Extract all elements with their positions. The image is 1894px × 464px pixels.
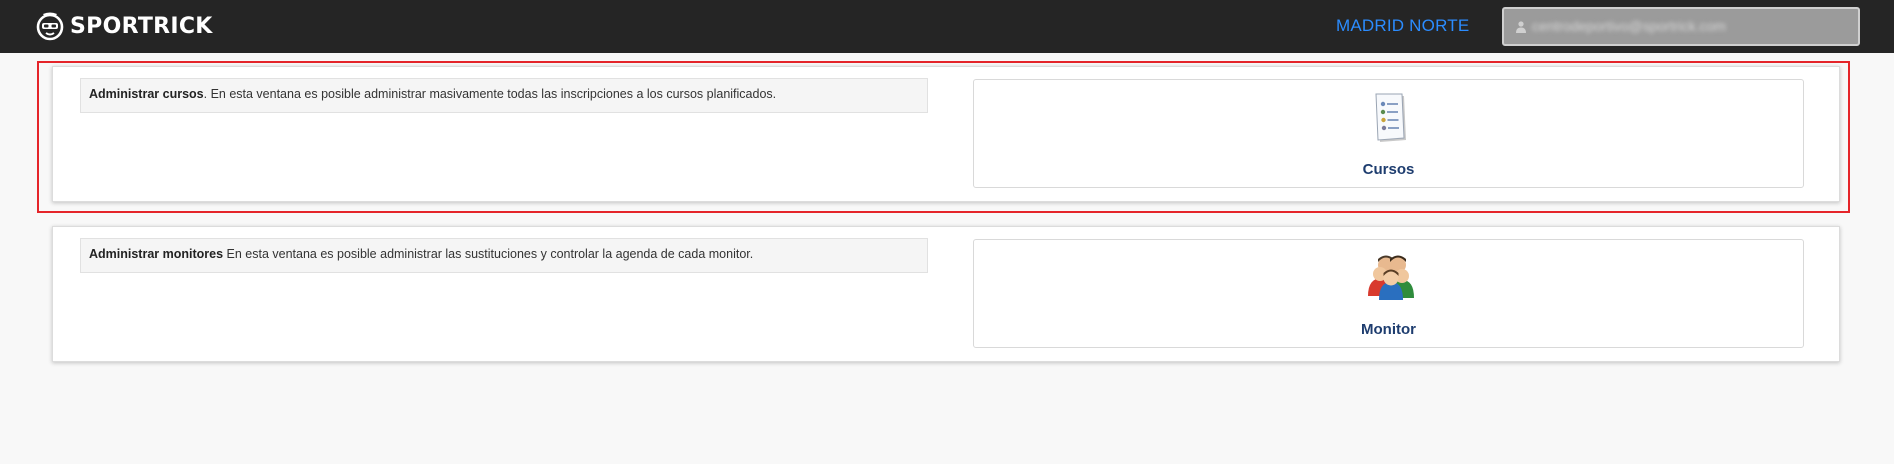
user-account-box[interactable]: centrodeportivo@sportrick.com — [1502, 7, 1860, 46]
location-link[interactable]: MADRID NORTE — [1336, 14, 1469, 38]
monitor-label: Monitor — [1361, 321, 1416, 338]
cursos-button[interactable]: Cursos — [973, 79, 1804, 188]
brand-name: SPORTRICK — [70, 13, 213, 39]
module-title: Administrar monitores — [89, 247, 224, 261]
module-title: Administrar cursos — [89, 87, 204, 101]
monitors-group-icon — [1368, 255, 1414, 300]
sportrick-logo-icon — [36, 12, 64, 41]
module-description: Administrar cursos. En esta ventana es p… — [80, 78, 928, 113]
top-navigation-bar: SPORTRICK MADRID NORTE centrodeportivo@s… — [0, 0, 1894, 53]
course-list-icon — [1375, 93, 1406, 142]
user-email: centrodeportivo@sportrick.com — [1532, 18, 1726, 34]
user-icon — [1516, 21, 1526, 33]
module-description: Administrar monitores En esta ventana es… — [80, 238, 928, 273]
module-panel-monitor: Administrar monitores En esta ventana es… — [52, 226, 1840, 362]
module-description-text: En esta ventana es posible administrar l… — [223, 247, 754, 261]
module-panel-cursos: Administrar cursos. En esta ventana es p… — [52, 66, 1840, 202]
module-description-text: . En esta ventana es posible administrar… — [203, 87, 777, 101]
monitor-button[interactable]: Monitor — [973, 239, 1804, 348]
cursos-label: Cursos — [1362, 161, 1415, 178]
brand-logo[interactable]: SPORTRICK — [34, 9, 213, 43]
